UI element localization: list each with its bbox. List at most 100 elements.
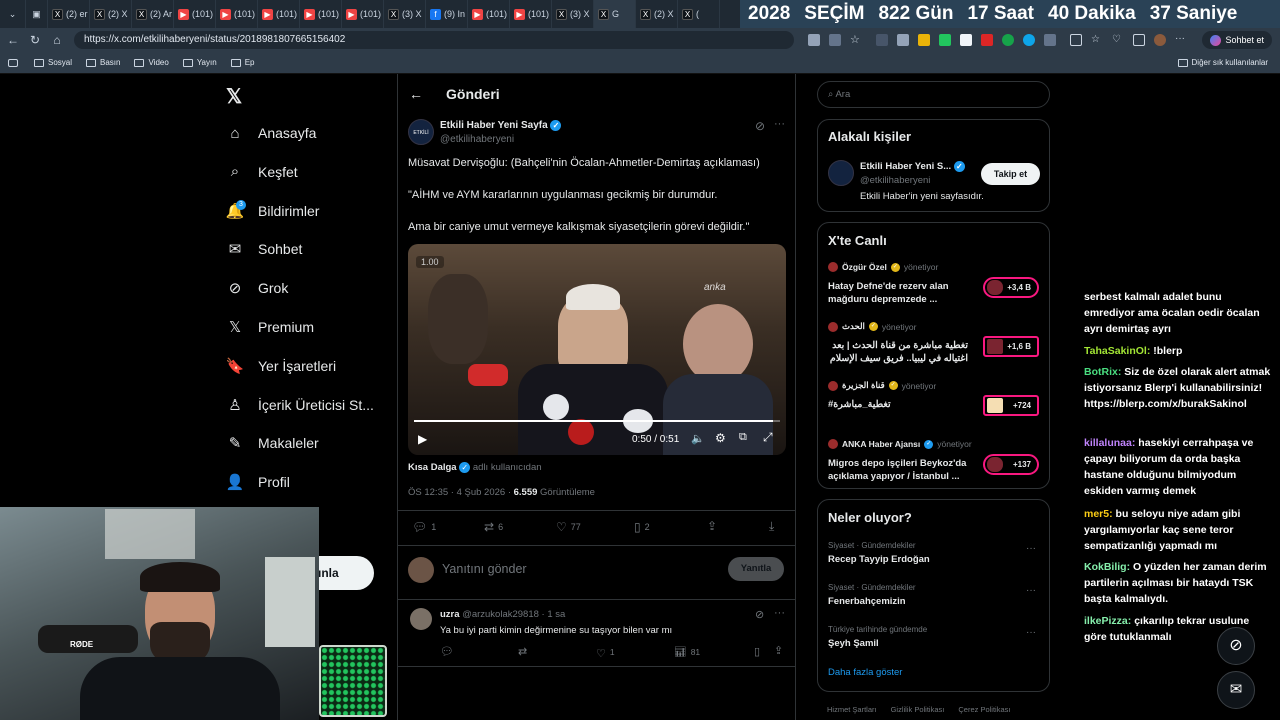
live-listener-badge[interactable]: +3,4 B <box>983 277 1039 298</box>
url-input[interactable]: https://x.com/etkilihaberyeni/status/201… <box>74 31 794 49</box>
reply-avatar[interactable] <box>410 608 432 630</box>
browser-tab[interactable]: ▶ (101) <box>174 0 216 28</box>
video-source[interactable]: Kısa Dalga ✓ adlı kullanıcıdan <box>408 462 542 473</box>
collections-icon[interactable] <box>1133 34 1145 46</box>
more-options-icon[interactable]: ··· <box>774 118 785 130</box>
reply-input[interactable]: Yanıtını gönder <box>442 562 527 576</box>
bookmark-folder[interactable]: Sosyal <box>34 58 72 67</box>
like-action[interactable]: ♡ 77 <box>556 520 581 534</box>
bookmark-action[interactable]: ▯ 2 <box>634 520 650 534</box>
footer-link[interactable]: Gizlilik Politikası <box>891 705 945 714</box>
live-title-text[interactable]: Migros depo işçileri Beykoz'da açıklama … <box>828 457 968 483</box>
more-options-icon[interactable]: ··· <box>1026 627 1036 638</box>
browser-tab[interactable]: X( <box>678 0 720 28</box>
reply-author-name[interactable]: uzra <box>440 609 460 620</box>
extension-icon[interactable] <box>960 34 972 46</box>
live-listener-badge[interactable]: +724 <box>983 395 1039 416</box>
my-avatar[interactable] <box>408 557 434 583</box>
play-icon[interactable]: ▶ <box>418 432 427 446</box>
author-avatar[interactable]: ETKİLİ HABER <box>408 119 434 145</box>
share-icon[interactable]: ⇪ <box>707 519 717 533</box>
extension-icon[interactable] <box>829 34 841 46</box>
browser-tab[interactable]: ▶ (101) <box>216 0 258 28</box>
heart-icon[interactable]: ♡ <box>1112 34 1124 46</box>
search-input[interactable]: ⌕ Ara <box>817 81 1050 108</box>
video-speed-label[interactable]: 1.00 <box>416 256 444 268</box>
footer-link[interactable]: Hizmet Şartları <box>827 705 877 714</box>
reply-submit-button[interactable]: Yanıtla <box>728 557 784 581</box>
reply-icon[interactable]: 💬︎ <box>440 645 454 658</box>
copilot-chat-button[interactable]: Sohbet et <box>1202 31 1272 49</box>
settings-icon[interactable]: ⚙ <box>715 431 726 445</box>
post-timestamp[interactable]: ÖS 12:35 · 4 Şub 2026 · <box>408 487 514 498</box>
nav-item-yer[interactable]: 🔖 Yer İşaretleri <box>226 352 336 380</box>
live-host-row[interactable]: Özgür Özel ✓ yönetiyor <box>828 262 938 272</box>
browser-tab[interactable]: ▶ (101) <box>342 0 384 28</box>
share-icon[interactable]: ⇪ <box>774 644 783 657</box>
volume-icon[interactable]: 🔈 <box>691 432 705 445</box>
browser-tab[interactable]: X (3) X <box>552 0 594 28</box>
browser-tab[interactable]: XG <box>594 0 636 28</box>
extension-icon[interactable] <box>1023 34 1035 46</box>
tab-actions-button[interactable]: ▣ <box>26 0 48 28</box>
other-bookmarks-folder[interactable]: Diğer sık kullanılanlar <box>1177 58 1268 67</box>
back-arrow-icon[interactable]: ← <box>409 86 423 102</box>
tab-menu-button[interactable]: ⌄ <box>0 0 26 28</box>
back-icon[interactable]: ← <box>2 33 24 47</box>
live-title-text[interactable]: #تغطية_مباشرة <box>828 398 968 411</box>
live-host-row[interactable]: ANKA Haber Ajansı ✓ yönetiyor <box>828 439 972 449</box>
like-action[interactable]: ♡ 1 <box>596 647 615 660</box>
browser-tab[interactable]: f (9) In <box>426 0 468 28</box>
video-progress-track[interactable] <box>414 420 780 422</box>
star-icon[interactable]: ☆ <box>850 34 862 46</box>
browser-tab[interactable]: ▶ (101) <box>468 0 510 28</box>
live-title-text[interactable]: تغطية مباشرة من قناة الحدث | بعد اغتياله… <box>828 339 968 365</box>
live-listener-badge[interactable]: +1,6 B <box>983 336 1039 357</box>
author-handle[interactable]: @etkilihaberyeni <box>440 134 514 145</box>
reply-action[interactable]: 💬︎ 1 <box>412 520 436 534</box>
extension-icon[interactable] <box>939 34 951 46</box>
nav-item-keşfet[interactable]: ⌕ Keşfet <box>226 158 298 186</box>
extension-icon[interactable] <box>918 34 930 46</box>
nav-item-sohbet[interactable]: ✉ Sohbet <box>226 235 303 263</box>
browser-tab[interactable]: X (2) X <box>90 0 132 28</box>
footer-link[interactable]: Çerez Politikası <box>958 705 1010 714</box>
bookmark-folder[interactable]: Yayın <box>182 58 217 67</box>
nav-item-grok[interactable]: ⊘ Grok <box>226 274 289 302</box>
follow-button[interactable]: Takip et <box>981 163 1040 185</box>
extension-icon[interactable] <box>808 34 820 46</box>
views-action[interactable]: 📊︎ 81 <box>674 647 700 658</box>
extension-icon[interactable] <box>1002 34 1014 46</box>
nav-item-premium[interactable]: 𝕏 Premium <box>226 313 314 341</box>
nav-item-i̇çerik[interactable]: ♙ İçerik Üreticisi St... <box>226 391 374 419</box>
live-title-text[interactable]: Hatay Defne'de rezerv alan mağduru depre… <box>828 280 968 306</box>
home-icon[interactable]: ⌂ <box>46 33 68 47</box>
bookmark-icon[interactable]: ▯ <box>754 645 760 658</box>
browser-tab[interactable]: X (2) X <box>636 0 678 28</box>
reload-icon[interactable]: ↻ <box>24 33 46 47</box>
favorites-icon[interactable]: ☆ <box>1091 34 1103 46</box>
nav-item-profil[interactable]: 👤 Profil <box>226 468 290 496</box>
extension-icon[interactable] <box>897 34 909 46</box>
avatar[interactable] <box>1154 34 1166 46</box>
more-options-icon[interactable]: ··· <box>774 607 785 619</box>
picture-in-picture-icon[interactable]: ⧉ <box>739 431 747 444</box>
sidebar-toggle-icon[interactable] <box>8 58 18 67</box>
bookmark-folder[interactable]: Ep <box>230 58 254 67</box>
browser-tab[interactable]: ▶ (101) <box>510 0 552 28</box>
more-options-icon[interactable]: ··· <box>1026 585 1036 596</box>
live-host-row[interactable]: الحدث ✓ yönetiyor <box>828 321 916 332</box>
live-host-row[interactable]: قناة الجزيرة ✓ yönetiyor <box>828 380 936 391</box>
fullscreen-icon[interactable]: ⤢ <box>763 430 773 445</box>
repost-icon[interactable]: ⇄ <box>518 645 527 658</box>
show-more-link[interactable]: Daha fazla göster <box>828 667 902 678</box>
grok-explain-icon[interactable]: ⊘ <box>755 119 765 133</box>
live-listener-badge[interactable]: +137 <box>983 454 1039 475</box>
browser-tab[interactable]: X (2) er <box>48 0 90 28</box>
video-player[interactable]: 1.00 anka ▶ 0:50 / 0:51 🔈 ⚙ ⧉ ⤢ <box>408 244 786 455</box>
trend-name[interactable]: Fenerbahçemizin <box>828 596 906 607</box>
download-icon[interactable]: ⤓ <box>769 519 774 534</box>
browser-tab[interactable]: ▶ (101) <box>300 0 342 28</box>
bookmark-folder[interactable]: Video <box>134 58 169 67</box>
author-name-row[interactable]: Etkili Haber Yeni Sayfa ✓ <box>440 120 562 131</box>
